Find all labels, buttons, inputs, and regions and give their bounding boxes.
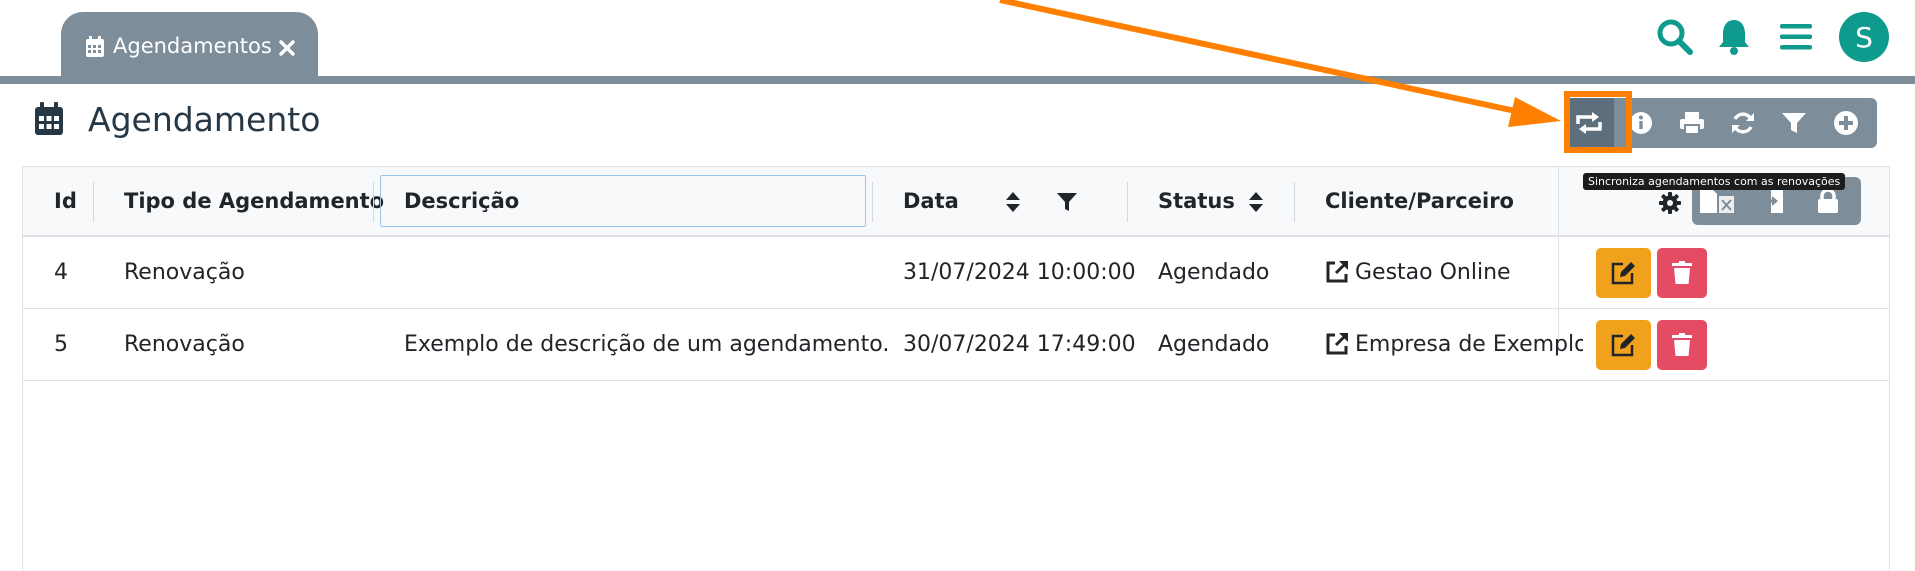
sync-tooltip: Sincroniza agendamentos com as renovaçõe…	[1583, 173, 1846, 190]
cell-descricao: Exemplo de descrição de um agendamento.	[404, 331, 890, 357]
external-link-icon[interactable]	[1325, 260, 1349, 284]
column-separator	[1127, 182, 1128, 222]
filter-icon[interactable]	[1057, 192, 1077, 212]
external-link-icon[interactable]	[1325, 332, 1349, 356]
cell-cliente[interactable]: Empresa de Exemplo	[1355, 309, 1583, 379]
sort-icon[interactable]	[1006, 192, 1020, 212]
trash-icon	[1672, 261, 1692, 285]
edit-button[interactable]	[1596, 320, 1651, 370]
column-header-data[interactable]: Data	[903, 167, 959, 235]
cell-tipo: Renovação	[124, 331, 245, 357]
import-icon	[1761, 188, 1787, 214]
column-separator	[1294, 182, 1295, 222]
table-row[interactable]: 4 Renovação 31/07/2024 10:00:00 Agendado…	[23, 237, 1889, 309]
gear-icon[interactable]	[1659, 192, 1681, 214]
column-separator	[373, 182, 374, 222]
cell-status: Agendado	[1158, 259, 1270, 285]
column-header-status[interactable]: Status	[1158, 167, 1235, 235]
delete-button[interactable]	[1657, 320, 1707, 370]
cell-tipo: Renovação	[124, 259, 245, 285]
agendamentos-table: Id Tipo de Agendamento Descrição Data St…	[22, 166, 1890, 571]
column-separator	[93, 182, 94, 222]
lock-icon	[1817, 188, 1839, 214]
edit-icon	[1611, 333, 1637, 357]
sort-icon[interactable]	[1249, 192, 1263, 212]
cell-status: Agendado	[1158, 331, 1270, 357]
cell-cliente[interactable]: Gestao Online	[1355, 237, 1583, 307]
cell-data: 30/07/2024 17:49:00	[903, 331, 1136, 357]
column-header-id[interactable]: Id	[54, 167, 77, 235]
cell-id: 5	[54, 331, 68, 357]
trash-icon	[1672, 333, 1692, 357]
column-separator	[872, 182, 873, 222]
column-header-tipo[interactable]: Tipo de Agendamento	[124, 167, 384, 235]
column-header-descricao[interactable]: Descrição	[404, 167, 519, 235]
table-row[interactable]: 5 Renovação Exemplo de descrição de um a…	[23, 309, 1889, 381]
edit-icon	[1611, 261, 1637, 285]
edit-button[interactable]	[1596, 248, 1651, 298]
cell-id: 4	[54, 259, 68, 285]
column-header-cliente[interactable]: Cliente/Parceiro	[1325, 167, 1514, 235]
excel-file-icon	[1696, 188, 1736, 214]
delete-button[interactable]	[1657, 248, 1707, 298]
cell-data: 31/07/2024 10:00:00	[903, 259, 1136, 285]
